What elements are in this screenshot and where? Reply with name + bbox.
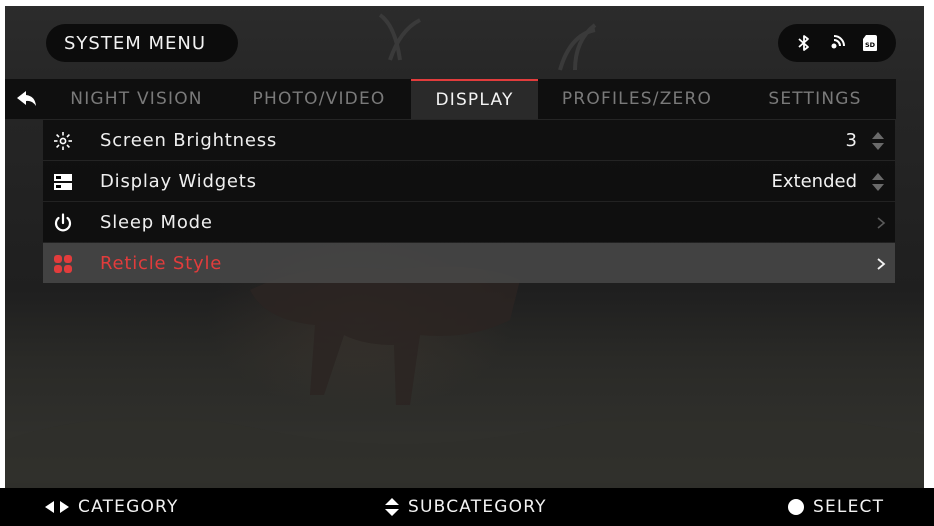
hint-select-label: SELECT: [813, 497, 885, 517]
tab-night-vision[interactable]: NIGHT VISION: [49, 79, 224, 119]
tab-display[interactable]: DISPLAY: [411, 79, 538, 119]
svg-text:SD: SD: [865, 41, 876, 49]
menu-item-screen-brightness[interactable]: Screen Brightness 3: [43, 120, 895, 160]
menu-item-label: Sleep Mode: [100, 211, 213, 233]
back-arrow-icon[interactable]: [15, 88, 39, 110]
widgets-icon: [53, 172, 73, 192]
hint-subcategory-label: SUBCATEGORY: [408, 497, 547, 517]
hint-category: CATEGORY: [44, 488, 179, 526]
menu-item-reticle-style[interactable]: Reticle Style: [43, 243, 895, 283]
tab-settings[interactable]: SETTINGS: [740, 79, 890, 119]
hint-category-label: CATEGORY: [78, 497, 179, 517]
sd-card-icon: SD: [862, 34, 878, 52]
menu-title: SYSTEM MENU: [46, 24, 238, 62]
hint-subcategory: SUBCATEGORY: [384, 488, 547, 526]
reticle-icon: [53, 254, 73, 274]
up-down-spinner-icon[interactable]: [871, 172, 885, 192]
up-down-spinner-icon[interactable]: [871, 131, 885, 151]
tab-profiles-zero[interactable]: PROFILES/ZERO: [542, 79, 732, 119]
up-down-arrows-icon: [385, 498, 399, 516]
frame-edge-left: [0, 0, 5, 488]
display-menu: Screen Brightness 3 Display Widgets Exte…: [43, 120, 895, 284]
power-icon: [53, 213, 73, 233]
frame-edge-top: [0, 0, 934, 6]
chevron-right-icon: [876, 256, 886, 270]
menu-item-sleep-mode[interactable]: Sleep Mode: [43, 202, 895, 242]
tab-photo-video[interactable]: PHOTO/VIDEO: [229, 79, 409, 119]
status-bar: SD: [778, 24, 896, 62]
wifi-icon: [828, 34, 846, 52]
category-tabs: NIGHT VISION PHOTO/VIDEO DISPLAY PROFILE…: [5, 79, 896, 119]
select-dot-icon: [788, 499, 804, 515]
brightness-value: 3: [845, 129, 857, 151]
widgets-value: Extended: [771, 170, 858, 192]
chevron-right-icon: [876, 215, 886, 229]
menu-item-label: Reticle Style: [100, 252, 223, 274]
menu-item-display-widgets[interactable]: Display Widgets Extended: [43, 161, 895, 201]
hint-select: SELECT: [787, 488, 884, 526]
frame-edge-right: [924, 0, 934, 488]
left-right-arrows-icon: [45, 501, 69, 513]
control-hints-bar: CATEGORY SUBCATEGORY SELECT: [0, 488, 934, 526]
menu-item-label: Screen Brightness: [100, 129, 278, 151]
menu-item-label: Display Widgets: [100, 170, 257, 192]
bluetooth-icon: [796, 34, 812, 52]
brightness-icon: [53, 131, 73, 151]
